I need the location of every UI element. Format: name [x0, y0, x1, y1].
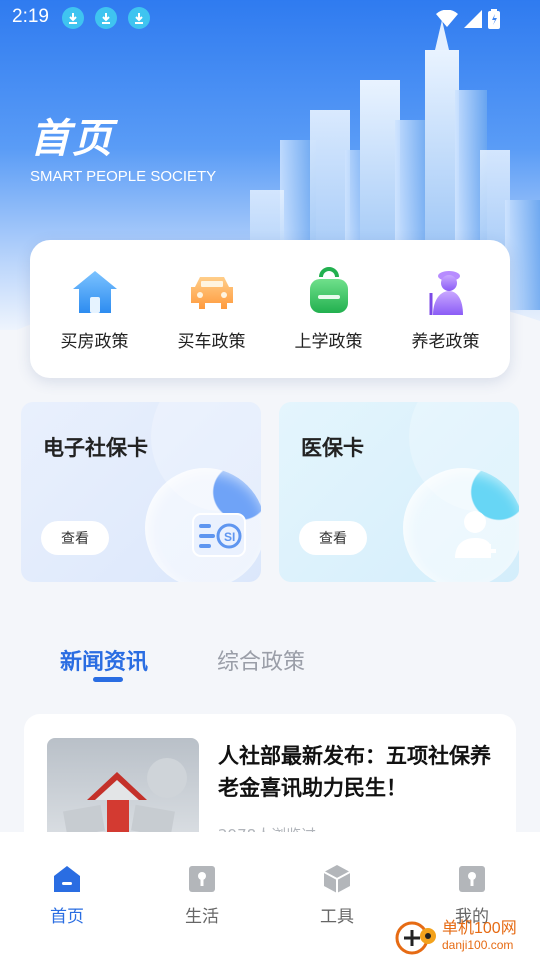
policy-label: 买车政策	[177, 331, 246, 352]
active-tab-indicator	[93, 677, 123, 682]
house-icon	[72, 270, 117, 313]
watermark-url: danji100.com	[442, 938, 514, 952]
add-user-icon	[455, 511, 496, 558]
profile-icon	[459, 866, 485, 892]
news-title: 人社部最新发布：五项社保养老金喜讯助力民生！	[218, 744, 491, 800]
policy-item-pension[interactable]: 养老政策	[391, 267, 501, 352]
social-security-card-icon: SI	[192, 513, 246, 557]
view-social-security-button[interactable]: 查看	[41, 521, 109, 555]
page-title: 首页	[30, 116, 114, 162]
policy-item-car[interactable]: 买车政策	[157, 267, 267, 352]
signal-icon	[464, 10, 482, 28]
watermark-logo-icon	[395, 921, 436, 955]
medical-insurance-card[interactable]: 医保卡 查看	[279, 402, 519, 582]
svg-text:SI: SI	[224, 530, 235, 544]
battery-icon	[488, 9, 500, 29]
policy-item-school[interactable]: 上学政策	[274, 266, 384, 352]
nav-tools[interactable]: 工具	[297, 864, 377, 927]
download-icon	[128, 7, 150, 29]
tab-policy[interactable]: 综合政策	[217, 644, 305, 676]
tab-news[interactable]: 新闻资讯	[60, 644, 148, 676]
card-title: 电子社保卡	[43, 436, 148, 460]
page-subtitle: SMART PEOPLE SOCIETY	[30, 168, 217, 185]
download-icon	[95, 7, 117, 29]
view-medical-card-button[interactable]: 查看	[299, 521, 367, 555]
nav-label: 首页	[50, 907, 84, 927]
policy-shortcuts: 买房政策 买车政策 上学政策 养老政策	[30, 240, 510, 378]
policy-label: 买房政策	[60, 331, 129, 352]
card-title: 医保卡	[301, 436, 364, 460]
nav-life[interactable]: 生活	[162, 864, 242, 927]
social-security-card[interactable]: 电子社保卡 SI 查看	[21, 402, 261, 582]
policy-label: 养老政策	[411, 331, 480, 352]
car-icon	[190, 276, 233, 309]
life-icon	[189, 866, 215, 892]
elderly-icon	[429, 270, 463, 315]
policy-item-house[interactable]: 买房政策	[40, 267, 150, 352]
download-icon	[62, 7, 84, 29]
nav-label: 生活	[185, 907, 219, 927]
status-bar: 2:19	[0, 0, 540, 38]
status-time: 2:19	[12, 6, 49, 27]
policy-label: 上学政策	[294, 331, 363, 352]
site-watermark: 单机100网 danji100.com	[394, 914, 536, 958]
home-icon	[54, 866, 80, 892]
wifi-icon	[436, 10, 458, 27]
cube-icon	[323, 865, 351, 893]
backpack-icon	[309, 266, 348, 313]
watermark-name: 单机100网	[442, 920, 517, 937]
nav-label: 工具	[320, 907, 354, 927]
nav-home[interactable]: 首页	[27, 864, 107, 927]
